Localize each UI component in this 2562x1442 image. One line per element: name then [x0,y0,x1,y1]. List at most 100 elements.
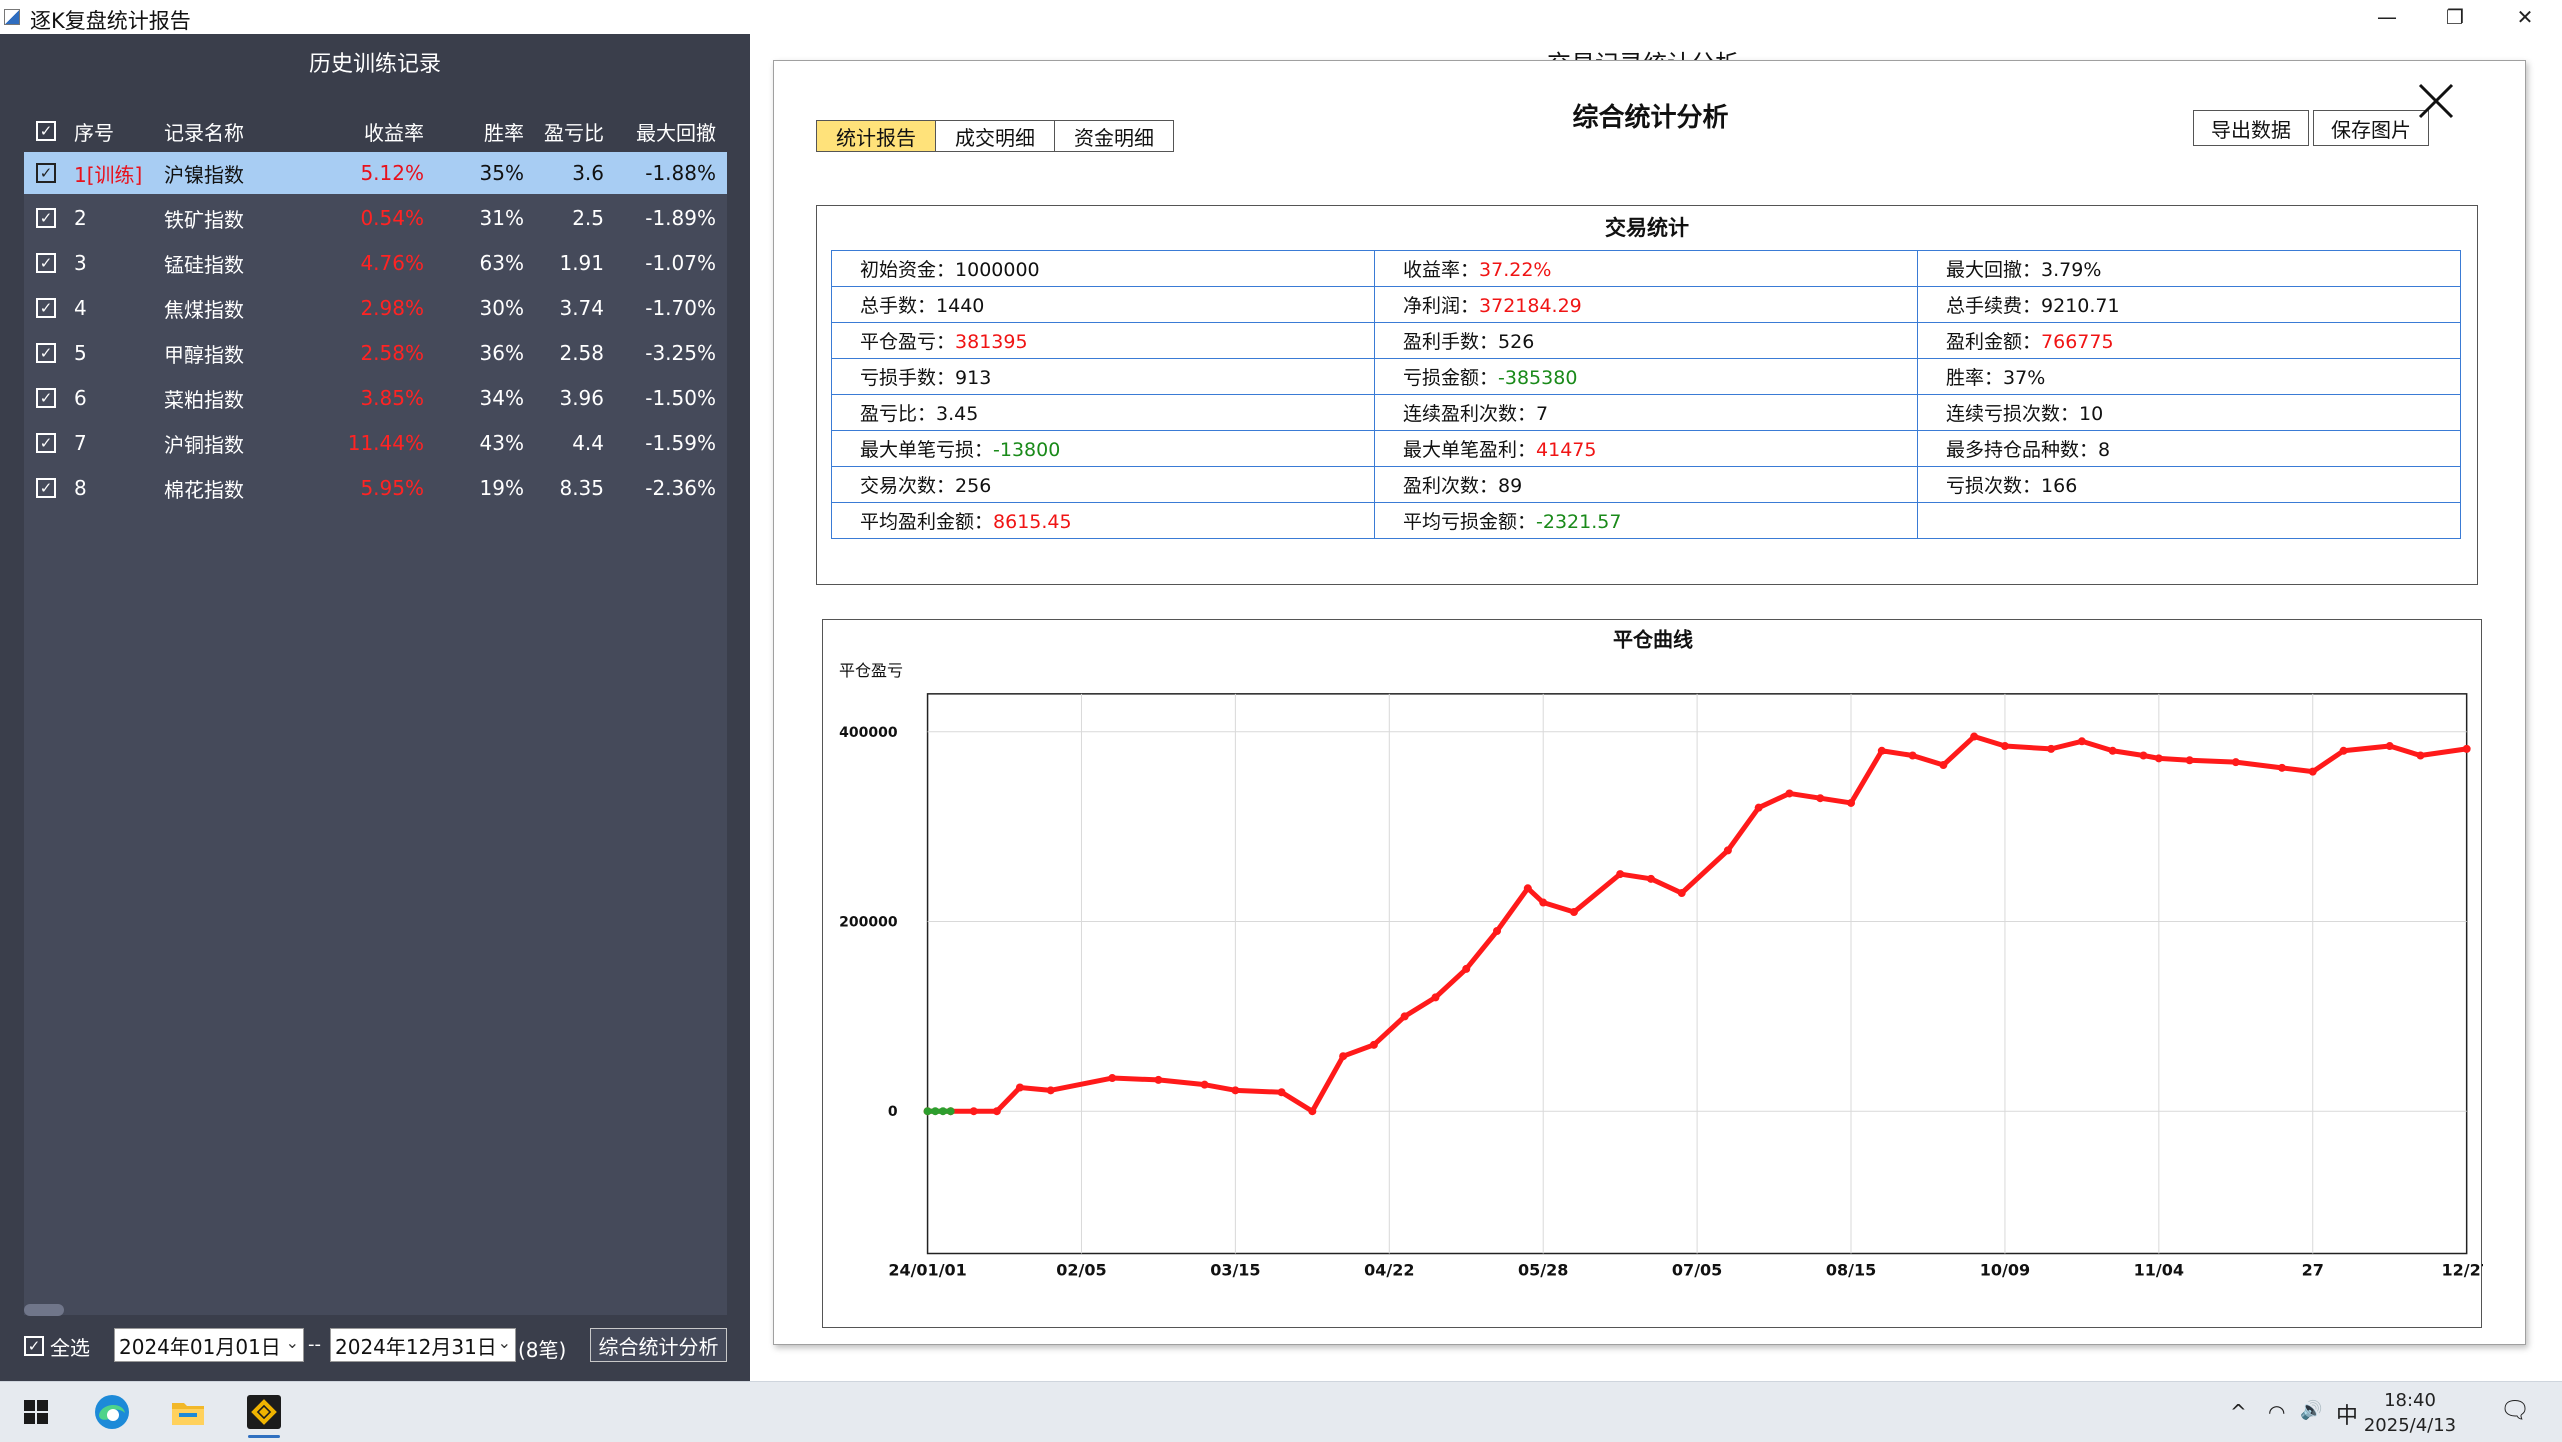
header-max-drawdown[interactable]: 最大回撤 [604,110,716,152]
list-item[interactable]: ✓ 3 锰硅指数 4.76% 63% 1.91 -1.07% [24,242,727,284]
row-checkbox[interactable]: ✓ [36,422,56,464]
date-from-value: 2024年01月01日 [119,1334,281,1359]
notification-icon[interactable]: 🗨 [2500,1396,2530,1424]
series-point [1723,846,1732,855]
select-all-label[interactable]: 全选 [50,1332,90,1361]
stats-cell: 连续盈利次数：7 [1374,394,1918,431]
series-point [2185,756,2194,765]
chevron-down-icon[interactable]: ⌄ [498,1333,511,1352]
row-checkbox[interactable]: ✓ [36,467,56,509]
volume-icon[interactable]: 🔊 [2300,1400,2322,1421]
header-no[interactable]: 序号 [74,110,114,152]
record-profit-loss-ratio: 1.91 [559,251,604,275]
y-tick-label: 400000 [839,725,898,741]
stats-cell: 初始资金：1000000 [831,250,1375,287]
record-no: 6 [74,386,87,410]
record-max-drawdown: -1.59% [645,431,716,455]
series-point [923,1107,932,1116]
stat-label: 初始资金： [860,259,956,281]
chevron-down-icon[interactable]: ⌄ [286,1333,299,1352]
checkbox-icon[interactable]: ✓ [36,208,56,228]
series-point [1646,874,1655,883]
list-item[interactable]: ✓ 2 铁矿指数 0.54% 31% 2.5 -1.89% [24,197,727,239]
row-checkbox[interactable]: ✓ [36,152,56,194]
stat-label: 胜率： [1946,367,2004,389]
series-point [992,1107,1001,1116]
series-point [1569,908,1578,917]
checkbox-icon[interactable]: ✓ [36,388,56,408]
y-tick-label: 0 [888,1104,898,1120]
stat-label: 最大回撤： [1946,259,2042,281]
row-checkbox[interactable]: ✓ [36,377,56,419]
checkbox-icon[interactable]: ✓ [36,163,56,183]
checkbox-icon[interactable]: ✓ [36,298,56,318]
stats-cell [1917,502,2461,539]
list-item[interactable]: ✓ 4 焦煤指数 2.98% 30% 3.74 -1.70% [24,287,727,329]
series-point [1154,1075,1163,1084]
stat-label: 连续亏损次数： [1946,403,2080,425]
stats-cell: 最大单笔亏损：-13800 [831,430,1375,467]
checkbox-icon[interactable]: ✓ [36,433,56,453]
tray-overflow-icon[interactable]: ^ [2230,1400,2247,1424]
checkbox-icon[interactable]: ✓ [36,253,56,273]
close-window-button[interactable]: ✕ [2490,0,2560,34]
header-profit-loss-ratio[interactable]: 盈亏比 [524,110,604,152]
date-to-picker[interactable]: 2024年12月31日 ⌄ [330,1328,516,1362]
row-checkbox[interactable]: ✓ [36,332,56,374]
stat-label: 连续盈利次数： [1403,403,1537,425]
list-item[interactable]: ✓ 1[训练] 沪镍指数 5.12% 35% 3.6 -1.88% [24,152,727,194]
analysis-dialog: 统计报告 成交明细 资金明细 综合统计分析 导出数据 保存图片 交易统计 初始资… [773,60,2526,1345]
row-checkbox[interactable]: ✓ [36,242,56,284]
series-point [1847,798,1856,807]
ime-indicator[interactable]: 中 [2336,1398,2358,1430]
horizontal-scrollbar[interactable] [24,1304,64,1316]
series-point [946,1107,955,1116]
list-item[interactable]: ✓ 8 棉花指数 5.95% 19% 8.35 -2.36% [24,467,727,509]
stat-label: 总手数： [860,295,937,317]
stats-cell: 亏损手数：913 [831,358,1375,395]
stat-value: 381395 [955,331,1028,353]
windows-start-icon[interactable] [12,1388,60,1436]
network-icon[interactable]: ◠ [2268,1400,2285,1424]
minimize-button[interactable]: — [2352,0,2422,34]
list-footer: ✓ 全选 2024年01月01日 ⌄ -- 2024年12月31日 ⌄ (8笔)… [0,1324,750,1368]
save-image-button[interactable]: 保存图片 [2313,110,2429,146]
select-all-checkbox[interactable]: ✓ [24,1336,44,1356]
export-data-button[interactable]: 导出数据 [2193,110,2309,146]
header-checkbox[interactable]: ✓ [36,110,56,152]
history-panel: 历史训练记录 ✓ 序号 记录名称 收益率 胜率 盈亏比 最大回撤 ✓ 1[训练] 沪… [0,34,750,1381]
stat-value: 3.79% [2041,259,2102,281]
list-item[interactable]: ✓ 5 甲醇指数 2.58% 36% 2.58 -3.25% [24,332,727,374]
record-no: 2 [74,206,87,230]
stat-label: 盈亏比： [860,403,937,425]
checkbox-icon[interactable]: ✓ [36,478,56,498]
stat-value: 7 [1536,403,1549,425]
maximize-button[interactable]: ❐ [2420,0,2490,34]
list-item[interactable]: ✓ 6 菜粕指数 3.85% 34% 3.96 -1.50% [24,377,727,419]
row-checkbox[interactable]: ✓ [36,197,56,239]
series-point [2154,754,2163,763]
record-profit-loss-ratio: 3.74 [559,296,604,320]
series-point [2139,751,2148,760]
series-point [1200,1080,1209,1089]
header-return[interactable]: 收益率 [324,110,424,152]
header-winrate[interactable]: 胜率 [424,110,524,152]
date-separator: -- [308,1334,321,1355]
app-icon[interactable] [240,1388,288,1438]
series-point [1908,751,1917,760]
analyze-button[interactable]: 综合统计分析 [590,1328,727,1362]
edge-browser-icon[interactable] [88,1388,136,1436]
stats-cell: 收益率：37.22% [1374,250,1918,287]
header-name[interactable]: 记录名称 [164,110,244,152]
stats-row: 初始资金：1000000 收益率：37.22% 最大回撤：3.79% [831,250,2461,287]
series-point [1970,732,1979,741]
system-clock[interactable]: 18:40 2025/4/13 [2360,1388,2460,1438]
close-icon[interactable] [2414,79,2458,123]
file-explorer-icon[interactable] [164,1388,212,1436]
date-from-picker[interactable]: 2024年01月01日 ⌄ [114,1328,304,1362]
row-checkbox[interactable]: ✓ [36,287,56,329]
stat-value: -13800 [993,439,1061,461]
checkbox-icon[interactable]: ✓ [36,343,56,363]
list-item[interactable]: ✓ 7 沪铜指数 11.44% 43% 4.4 -1.59% [24,422,727,464]
checkbox-icon[interactable]: ✓ [36,121,56,141]
